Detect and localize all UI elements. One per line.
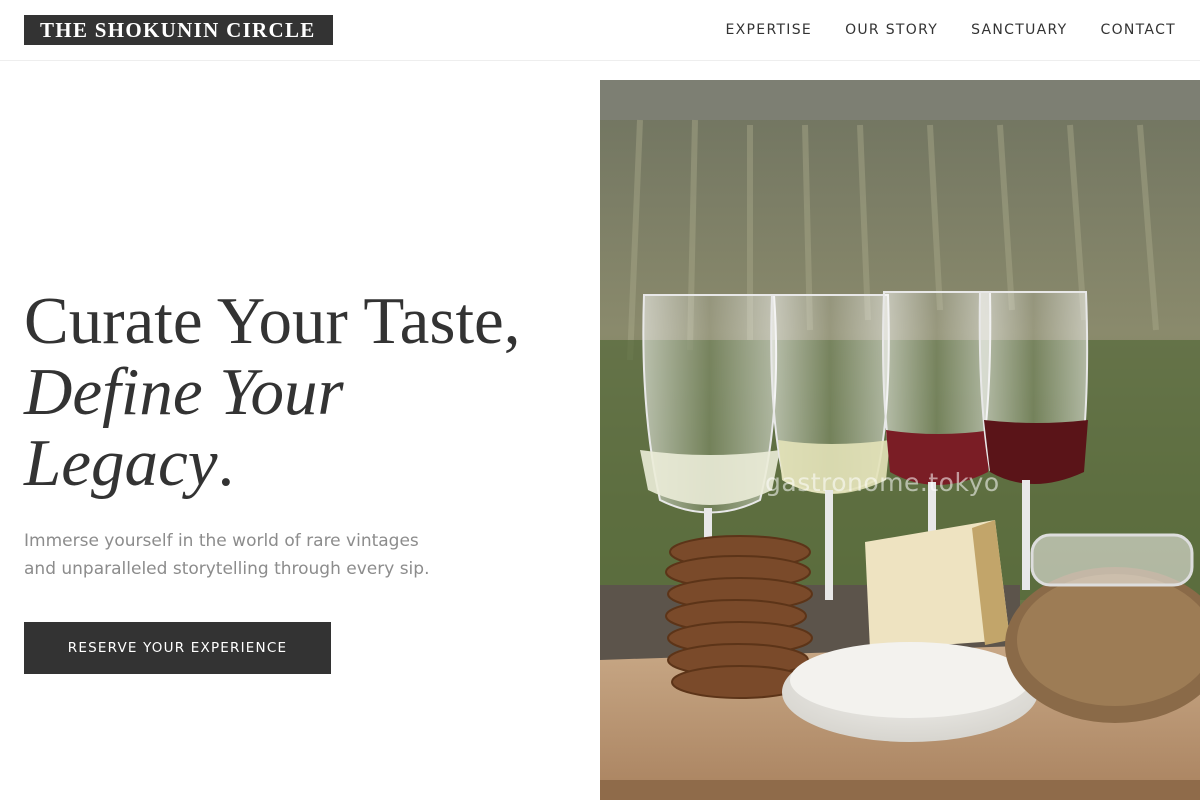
main-nav: EXPERTISE OUR STORY SANCTUARY CONTACT xyxy=(726,20,1176,40)
nav-link-expertise[interactable]: EXPERTISE xyxy=(726,20,813,40)
headline-line-3: Legacy xyxy=(24,426,218,500)
site-header: THE SHOKUNIN CIRCLE EXPERTISE OUR STORY … xyxy=(0,0,1200,61)
headline-period: . xyxy=(217,426,235,500)
nav-link-our-story[interactable]: OUR STORY xyxy=(845,20,938,40)
nav-link-sanctuary[interactable]: SANCTUARY xyxy=(971,20,1067,40)
image-watermark: gastronome.tokyo xyxy=(765,468,1000,497)
brand-logo[interactable]: THE SHOKUNIN CIRCLE xyxy=(24,15,333,45)
hero-photo-illustration xyxy=(600,80,1200,800)
hero-image xyxy=(600,80,1200,800)
hero-headline: Curate Your Taste, Define Your Legacy. xyxy=(24,286,594,499)
headline-line-1: Curate Your Taste, xyxy=(24,284,521,358)
lede-line-2: and unparalleled storytelling through ev… xyxy=(24,559,430,579)
hero-lede: Immerse yourself in the world of rare vi… xyxy=(24,527,494,583)
headline-line-2: Define Your xyxy=(24,355,344,429)
reserve-experience-button[interactable]: RESERVE YOUR EXPERIENCE xyxy=(24,622,331,674)
nav-link-contact[interactable]: CONTACT xyxy=(1101,20,1177,40)
lede-line-1: Immerse yourself in the world of rare vi… xyxy=(24,531,419,551)
